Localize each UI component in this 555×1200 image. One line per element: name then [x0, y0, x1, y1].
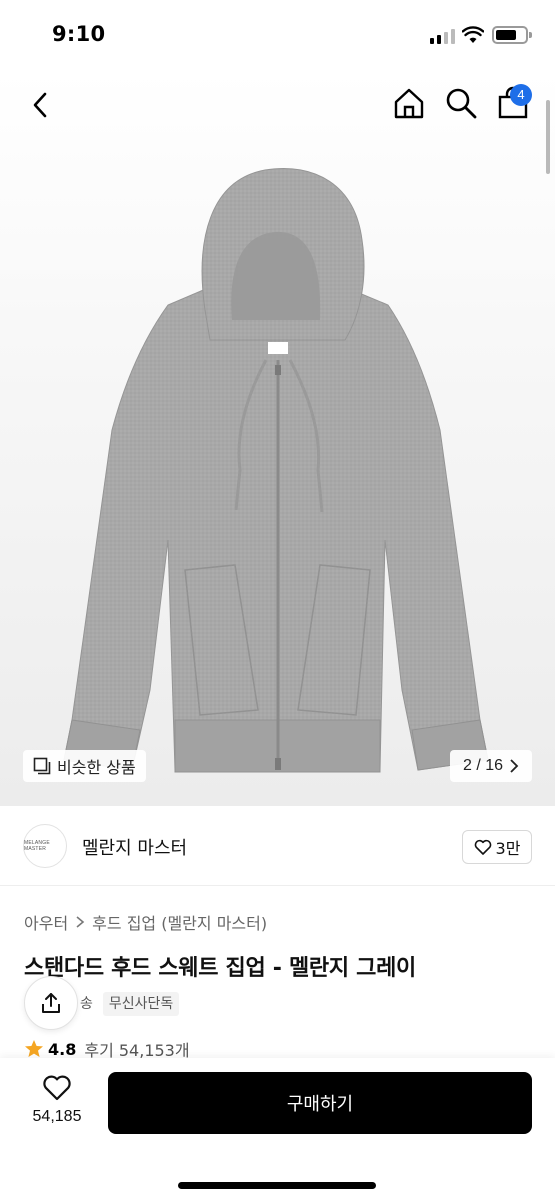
search-icon[interactable] — [444, 86, 478, 120]
page-counter-text: 2 / 16 — [462, 757, 504, 774]
copy-icon — [33, 757, 51, 775]
home-icon[interactable] — [392, 86, 426, 120]
similar-products-button[interactable]: 비슷한 상품 — [23, 750, 146, 782]
review-count: 후기 54,153개 — [84, 1041, 190, 1058]
brand-like-count: 3만 — [495, 839, 521, 858]
tag: 송 — [80, 996, 93, 1012]
share-button[interactable] — [24, 976, 78, 1030]
breadcrumb-item[interactable]: 아우터 — [24, 910, 68, 934]
star-icon — [25, 1040, 43, 1057]
image-page-counter[interactable]: 2 / 16 — [450, 750, 532, 782]
rating-row[interactable]: 4.8 후기 54,153개 — [24, 1040, 190, 1058]
product-title: 스탠다드 후드 스웨트 집업 - 멜란지 그레이 — [24, 956, 416, 981]
wifi-icon — [462, 26, 484, 43]
product-tags: 송 무신사단독 — [80, 992, 185, 1016]
share-icon — [42, 993, 60, 1013]
brand-row[interactable]: MELANGE MASTER 멜란지 마스터 3만 — [0, 806, 555, 886]
heart-icon — [474, 839, 491, 855]
signal-icon — [430, 28, 456, 44]
buy-button[interactable]: 구매하기 — [108, 1072, 532, 1134]
similar-products-label: 비슷한 상품 — [57, 758, 136, 777]
wishlist-count: 54,185 — [32, 1108, 82, 1125]
home-indicator[interactable] — [178, 1182, 376, 1189]
brand-name[interactable]: 멜란지 마스터 — [82, 834, 187, 860]
scrollbar[interactable] — [546, 100, 550, 174]
breadcrumb: 아우터 후드 집업 (멜란지 마스터) — [24, 910, 267, 934]
rating-value: 4.8 — [48, 1040, 77, 1058]
wishlist-button[interactable]: 54,185 — [20, 1074, 94, 1134]
status-time: 9:10 — [52, 22, 106, 46]
status-bar: 9:10 — [0, 0, 555, 70]
tag: 무신사단독 — [102, 992, 180, 1016]
brand-like-button[interactable]: 3만 — [462, 830, 532, 864]
cart-count-badge: 4 — [510, 84, 532, 106]
battery-icon — [492, 26, 532, 44]
breadcrumb-item[interactable]: 후드 집업 (멜란지 마스터) — [92, 910, 267, 934]
chevron-right-icon — [76, 916, 85, 928]
hoodie-image — [63, 168, 489, 773]
product-image[interactable] — [0, 70, 555, 806]
chevron-right-icon — [510, 759, 519, 773]
heart-icon — [43, 1075, 71, 1101]
brand-logo[interactable]: MELANGE MASTER — [23, 824, 67, 868]
back-icon[interactable] — [26, 90, 56, 120]
